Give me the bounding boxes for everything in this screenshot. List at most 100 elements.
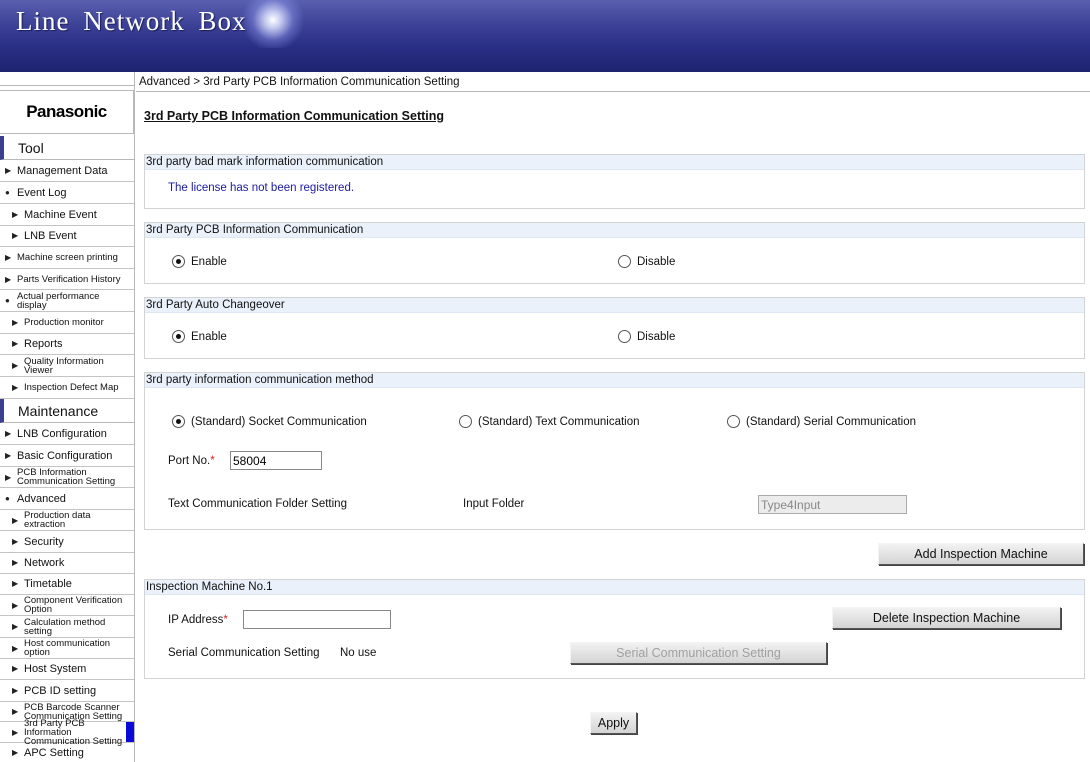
inspection-machine-panel: Inspection Machine No.1 IP Address* Dele… [144,579,1085,679]
port-label: Port No.* [168,455,215,467]
panasonic-logo: Panasonic [0,90,134,134]
text-communication-radio[interactable]: (Standard) Text Communication [459,415,640,428]
sidebar-item[interactable]: ▶ Component Verification Option [0,595,134,616]
method-header: 3rd party information communication meth… [145,373,1084,388]
radio-dot[interactable] [618,330,631,343]
auto-changeover-enable-radio[interactable]: Enable [172,330,227,343]
ip-address-input[interactable] [243,610,391,629]
sidebar-top-gap [0,72,134,86]
sidebar-item[interactable]: ▶ LNB Event [0,226,134,247]
sidebar-item[interactable]: ▶ 3rd Party PCB Information Communication… [0,718,134,746]
triangle-right-icon: ▶ [5,472,12,482]
socket-communication-radio[interactable]: (Standard) Socket Communication [172,415,367,428]
sidebar-item[interactable]: ▶ Reports [0,334,134,355]
sidebar-item[interactable]: ▶ Basic Configuration [0,445,134,467]
serial-communication-setting-button[interactable]: Serial Communication Setting [570,642,827,664]
sidebar-item[interactable]: ▶ Production data extraction [0,510,134,531]
triangle-right-icon: ▶ [12,209,19,219]
radio-label: (Standard) Text Communication [478,415,640,428]
radio-label: Enable [191,330,227,343]
sidebar-item-label: Parts Verification History [17,273,121,285]
triangle-right-icon: ▶ [12,643,19,653]
pcb-info-header: 3rd Party PCB Information Communication [145,223,1084,238]
serial-communication-radio[interactable]: (Standard) Serial Communication [727,415,916,428]
app-title: Line Network Box [16,6,247,36]
sidebar-item[interactable]: ▶ LNB Configuration [0,423,134,445]
bullet-icon: ● [5,493,10,503]
ip-label: IP Address* [168,614,228,626]
bad-mark-header: 3rd party bad mark information communica… [145,155,1084,170]
triangle-right-icon: ▶ [12,361,19,370]
add-inspection-machine-button[interactable]: Add Inspection Machine [878,543,1084,565]
sidebar-item-label: Machine Event [24,208,97,221]
pcb-info-panel: 3rd Party PCB Information Communication … [144,222,1085,284]
radio-label: (Standard) Socket Communication [191,415,367,428]
sidebar-item[interactable]: ▶ Host communication option [0,638,134,659]
pcb-info-enable-radio[interactable]: Enable [172,255,227,268]
sidebar-item-label: Network [24,557,65,569]
port-input[interactable] [230,451,322,470]
pcb-info-disable-radio[interactable]: Disable [618,255,675,268]
sidebar-item-label: Calculation method setting [24,616,106,637]
triangle-right-icon: ▶ [12,747,19,757]
sidebar-item-label: Security [24,535,64,548]
sidebar: Panasonic Tool ▶ Management Data ● Event Lo… [0,72,135,762]
required-mark: * [210,455,215,467]
sidebar-item[interactable]: ▶ Security [0,531,134,553]
triangle-right-icon: ▶ [12,579,19,588]
apply-button[interactable]: Apply [590,712,637,734]
sidebar-item[interactable]: ▶ Calculation method setting [0,616,134,638]
triangle-right-icon: ▶ [12,558,19,567]
sidebar-item-label: Advanced [17,492,66,505]
input-folder-label: Input Folder [463,498,525,510]
radio-dot[interactable] [172,330,185,343]
tool-menu: ▶ Management Data ● Event Log ▶ Machine Event… [0,160,134,399]
ip-label-text: IP Address [168,614,224,626]
sidebar-item[interactable]: ▶ Quality Information Viewer [0,355,134,377]
sidebar-item-label: Component Verification Option [24,595,123,615]
serial-setting-label: Serial Communication Setting [168,647,320,659]
auto-changeover-disable-radio[interactable]: Disable [618,330,675,343]
sidebar-item-label: Timetable [24,578,72,590]
radio-label: Enable [191,255,227,268]
sidebar-item[interactable]: ▶ Machine Event [0,204,134,226]
sidebar-item[interactable]: ▶ PCB ID setting [0,680,134,702]
sidebar-item[interactable]: ▶ PCB Information Communication Setting [0,467,134,488]
sidebar-item-label: PCB Information Communication Setting [17,467,116,487]
sidebar-item[interactable]: ▶ Host System [0,659,134,680]
radio-dot[interactable] [172,255,185,268]
radio-dot[interactable] [459,415,472,428]
sidebar-item[interactable]: ▶ APC Setting [0,743,134,762]
auto-changeover-panel: 3rd Party Auto Changeover Enable Disable [144,297,1085,359]
sidebar-item[interactable]: ▶ Inspection Defect Map [0,377,134,399]
sidebar-item[interactable]: ● Advanced [0,488,134,510]
sidebar-item[interactable]: ● Actual performance display [0,290,134,312]
sidebar-item-label: LNB Configuration [17,427,107,440]
banner-glow [238,0,308,48]
triangle-right-icon: ▶ [12,318,19,327]
sidebar-item[interactable]: ▶ Parts Verification History [0,269,134,290]
radio-dot[interactable] [727,415,740,428]
delete-inspection-machine-button[interactable]: Delete Inspection Machine [832,607,1061,629]
triangle-right-icon: ▶ [12,536,19,546]
triangle-right-icon: ▶ [5,274,12,284]
maintenance-menu: ▶ LNB Configuration ▶ Basic Configuration ▶ P… [0,423,134,762]
sidebar-item[interactable]: ▶ Machine screen printing [0,247,134,269]
sidebar-item[interactable]: ▶ Timetable [0,574,134,595]
sidebar-item[interactable]: ▶ Network [0,553,134,574]
sidebar-item[interactable]: ▶ Production monitor [0,312,134,334]
sidebar-item[interactable]: ▶ Management Data [0,160,134,182]
radio-dot[interactable] [618,255,631,268]
triangle-right-icon: ▶ [12,383,19,392]
serial-setting-value: No use [340,647,377,659]
sidebar-item-label: Management Data [17,164,108,177]
sidebar-item-label: Basic Configuration [17,449,113,462]
bad-mark-panel: 3rd party bad mark information communica… [144,154,1085,209]
sidebar-item[interactable]: ● Event Log [0,182,134,204]
radio-label: Disable [637,255,676,268]
folder-setting-label: Text Communication Folder Setting [168,498,347,510]
radio-dot[interactable] [172,415,185,428]
license-message: The license has not been registered. [168,182,355,194]
sidebar-item-label: PCB ID setting [24,684,97,697]
required-mark: * [223,614,228,626]
